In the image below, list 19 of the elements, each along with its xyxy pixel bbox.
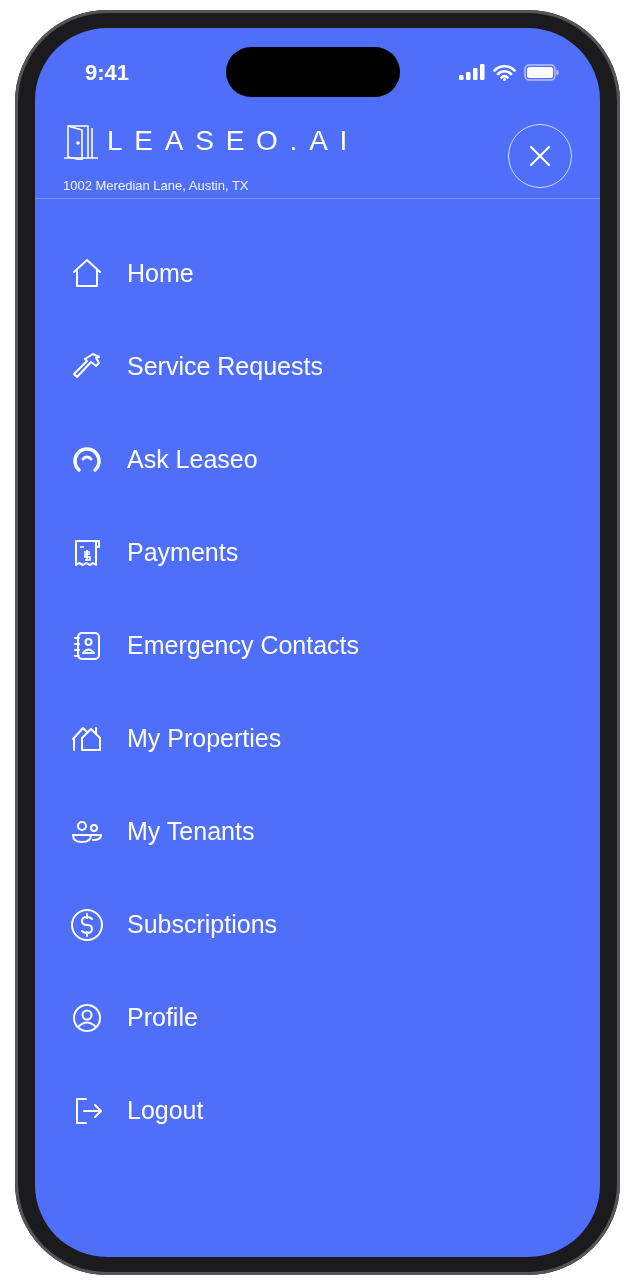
signal-icon (459, 64, 485, 80)
door-logo-icon (63, 122, 99, 160)
menu-item[interactable]: Subscriptions (35, 878, 600, 971)
dollar-circle-icon (70, 907, 104, 942)
menu-item[interactable]: My Tenants (35, 785, 600, 878)
menu-item[interactable]: Home (35, 227, 600, 320)
address-text: 1002 Meredian Lane, Austin, TX (63, 177, 250, 195)
menu-item[interactable]: Profile (35, 971, 600, 1064)
status-time: 9:41 (85, 58, 131, 87)
wifi-icon (493, 63, 516, 81)
menu-item[interactable]: Logout (35, 1064, 600, 1157)
menu-item[interactable]: Ask Leaseo (35, 413, 600, 506)
menu-item[interactable]: My Properties (35, 692, 600, 785)
menu-item[interactable]: Service Requests (35, 320, 600, 413)
logo-text: LEASEO.AI (107, 127, 360, 155)
menu-item[interactable]: Emergency Contacts (35, 599, 600, 692)
close-icon (530, 146, 550, 166)
battery-icon (524, 63, 560, 81)
menu-item[interactable]: Payments (35, 506, 600, 599)
